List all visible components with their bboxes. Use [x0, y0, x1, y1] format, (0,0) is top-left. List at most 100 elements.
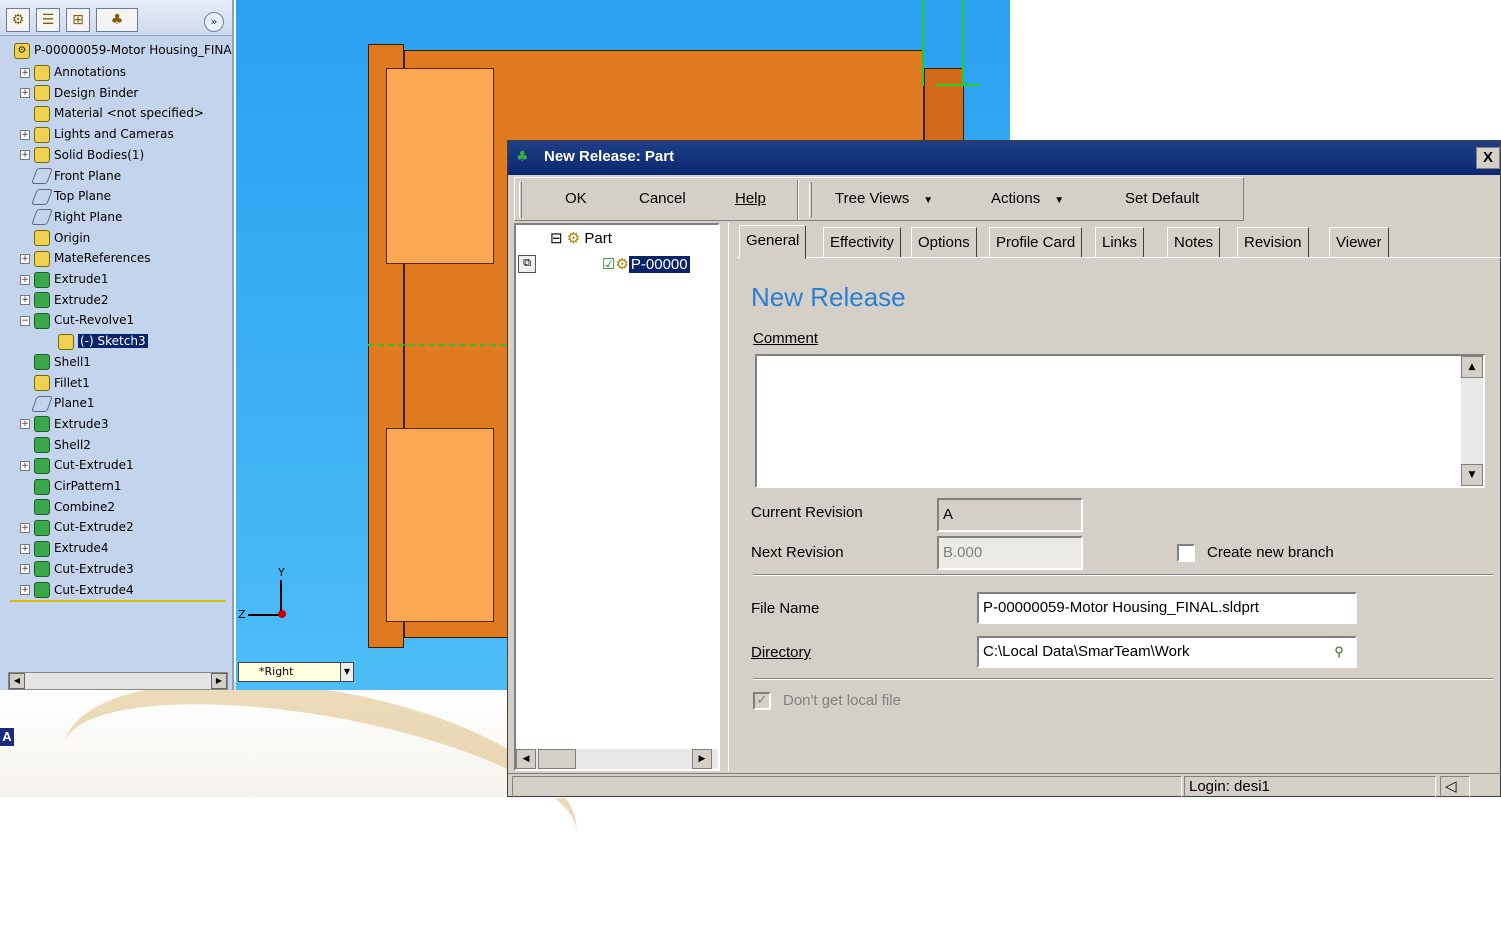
comment-textarea[interactable]: ▲ ▼	[755, 354, 1485, 488]
feature-tree-item-label: Shell2	[54, 437, 91, 452]
plane-icon	[31, 168, 53, 184]
set-default-button[interactable]: Set Default	[1125, 186, 1199, 212]
expand-icon[interactable]: +	[20, 543, 30, 554]
tree-node-part[interactable]: ⊟ ⚙ Part	[550, 229, 612, 247]
tab-effectivity[interactable]: Effectivity	[823, 227, 901, 257]
tree-options-icon[interactable]: ⧉	[518, 255, 536, 273]
status-scroll-icon[interactable]: ◁	[1440, 776, 1470, 798]
feature-tree-item[interactable]: + Solid Bodies(1)	[20, 145, 144, 165]
feature-tree-icon[interactable]: ⚙	[6, 8, 30, 32]
close-button[interactable]: X	[1476, 147, 1500, 169]
feature-tree-item[interactable]: CirPattern1	[20, 476, 121, 496]
sketch-icon	[58, 333, 74, 350]
expand-icon[interactable]: +	[20, 564, 30, 575]
feature-tree-item[interactable]: Top Plane	[20, 186, 111, 206]
expand-icon[interactable]: +	[20, 522, 30, 533]
feature-tree-item[interactable]: + Extrude2	[20, 290, 109, 310]
tab-links[interactable]: Links	[1095, 227, 1145, 257]
status-bar: Login: desi1 ◁	[508, 773, 1501, 798]
smarteam-tree-icon: ♣	[516, 149, 529, 165]
expand-icon[interactable]: +	[20, 585, 30, 595]
collapse-icon[interactable]: −	[20, 315, 30, 326]
section-divider	[753, 678, 1493, 680]
tab-options[interactable]: Options	[911, 227, 977, 257]
feature-tree-item[interactable]: Material <not specified>	[20, 103, 204, 123]
sketch-line	[962, 0, 964, 86]
chevron-down-icon[interactable]: ▼	[340, 662, 354, 682]
browse-folder-icon[interactable]: ⚲	[1327, 640, 1351, 664]
expand-icon[interactable]: +	[20, 129, 30, 140]
toolbar-grip[interactable]	[809, 182, 812, 218]
tree-node-document[interactable]: ☑⚙ P-00000	[602, 255, 690, 273]
scroll-right-icon[interactable]: ▶	[211, 673, 227, 689]
feature-tree-item[interactable]: + Extrude1	[20, 269, 109, 289]
view-orientation-select[interactable]: *Right ▼	[238, 662, 354, 682]
help-button[interactable]: Help	[735, 186, 766, 212]
part-icon: ⚙	[566, 230, 581, 247]
feature-tree-item[interactable]: Combine2	[20, 497, 115, 517]
scroll-up-icon[interactable]: ▲	[1461, 356, 1483, 378]
scroll-left-icon[interactable]: ◀	[9, 673, 25, 689]
create-branch-checkbox[interactable]	[1177, 544, 1195, 562]
collapse-icon[interactable]: ⊟	[550, 230, 563, 247]
rollback-bar[interactable]	[10, 600, 226, 602]
feature-tree-item[interactable]: + Cut-Extrude2	[20, 517, 134, 537]
tab-revision[interactable]: Revision	[1237, 227, 1309, 257]
feature-tree-item[interactable]: Right Plane	[20, 207, 122, 227]
feature-tree-item[interactable]: − Cut-Revolve1	[20, 310, 134, 330]
directory-input[interactable]: C:\Local Data\SmarTeam\Work ⚲	[977, 636, 1357, 668]
revolve-icon	[34, 312, 50, 329]
expand-panel-button[interactable]: »	[204, 12, 224, 32]
dialog-title-bar[interactable]: ♣ New Release: Part X	[508, 141, 1500, 175]
expand-icon[interactable]: +	[20, 253, 30, 264]
scroll-left-icon[interactable]: ◀	[516, 749, 536, 769]
feature-tree-item[interactable]: Front Plane	[20, 166, 121, 186]
mate-icon	[34, 250, 50, 267]
expand-icon[interactable]: +	[20, 88, 30, 99]
feature-tree-item[interactable]: Fillet1	[20, 373, 90, 393]
scroll-down-icon[interactable]: ▼	[1461, 464, 1483, 486]
tab-notes[interactable]: Notes	[1167, 227, 1221, 257]
tab-general[interactable]: General	[739, 225, 807, 259]
expand-icon[interactable]: +	[20, 150, 30, 161]
feature-tree-item[interactable]: Origin	[20, 228, 90, 248]
expand-icon[interactable]: +	[20, 295, 30, 306]
feature-tree-item[interactable]: (-) Sketch3	[44, 331, 148, 351]
actions-button[interactable]: Actions ▼	[991, 186, 1064, 212]
feature-tree-item-label: Plane1	[54, 396, 95, 411]
feature-tree-item[interactable]: + Lights and Cameras	[20, 124, 174, 144]
property-icon[interactable]: ☰	[36, 8, 60, 32]
feature-tree-item-label: Cut-Extrude2	[54, 520, 134, 535]
ok-button[interactable]: OK	[565, 186, 587, 212]
feature-tree-item-label: CirPattern1	[54, 479, 122, 493]
feature-tree-item[interactable]: + Annotations	[20, 62, 126, 82]
tree-views-button[interactable]: Tree Views ▼	[835, 186, 933, 212]
expand-icon[interactable]: +	[20, 419, 30, 430]
expand-icon[interactable]: +	[20, 67, 30, 78]
feature-tree-item[interactable]: Shell2	[20, 435, 91, 455]
tab-viewer[interactable]: Viewer	[1329, 227, 1389, 257]
configuration-icon[interactable]: ⊞	[66, 8, 90, 32]
feature-tree-item[interactable]: Shell1	[20, 352, 91, 372]
expand-icon[interactable]: +	[20, 460, 30, 471]
feature-tree-item[interactable]: + MateReferences	[20, 248, 150, 268]
tab-profile-card[interactable]: Profile Card	[989, 227, 1083, 257]
comment-scrollbar[interactable]: ▲ ▼	[1461, 356, 1483, 486]
feature-tree-item[interactable]: + Extrude4	[20, 538, 109, 558]
feature-tree-item[interactable]: + Extrude3	[20, 414, 109, 434]
feature-tree-scrollbar[interactable]: ◀ ▶	[8, 672, 228, 690]
display-icon[interactable]: ♣	[96, 8, 138, 32]
scroll-thumb[interactable]	[538, 749, 576, 769]
feature-tree-item[interactable]: + Design Binder	[20, 83, 138, 103]
tree-scrollbar[interactable]: ◀ ▶	[516, 749, 718, 769]
dont-get-local-file-checkbox[interactable]: ✓	[753, 692, 771, 710]
feature-tree-item[interactable]: + Cut-Extrude1	[20, 455, 134, 475]
scroll-right-icon[interactable]: ▶	[692, 749, 712, 769]
cancel-button[interactable]: Cancel	[639, 186, 686, 212]
toolbar-grip[interactable]	[519, 182, 522, 218]
feature-tree-item[interactable]: Plane1	[20, 393, 95, 413]
feature-tree-item[interactable]: + Cut-Extrude4	[20, 580, 134, 600]
file-name-input[interactable]: P-00000059-Motor Housing_FINAL.sldprt	[977, 592, 1357, 624]
expand-icon[interactable]: +	[20, 274, 30, 285]
feature-tree-item[interactable]: + Cut-Extrude3	[20, 559, 134, 579]
